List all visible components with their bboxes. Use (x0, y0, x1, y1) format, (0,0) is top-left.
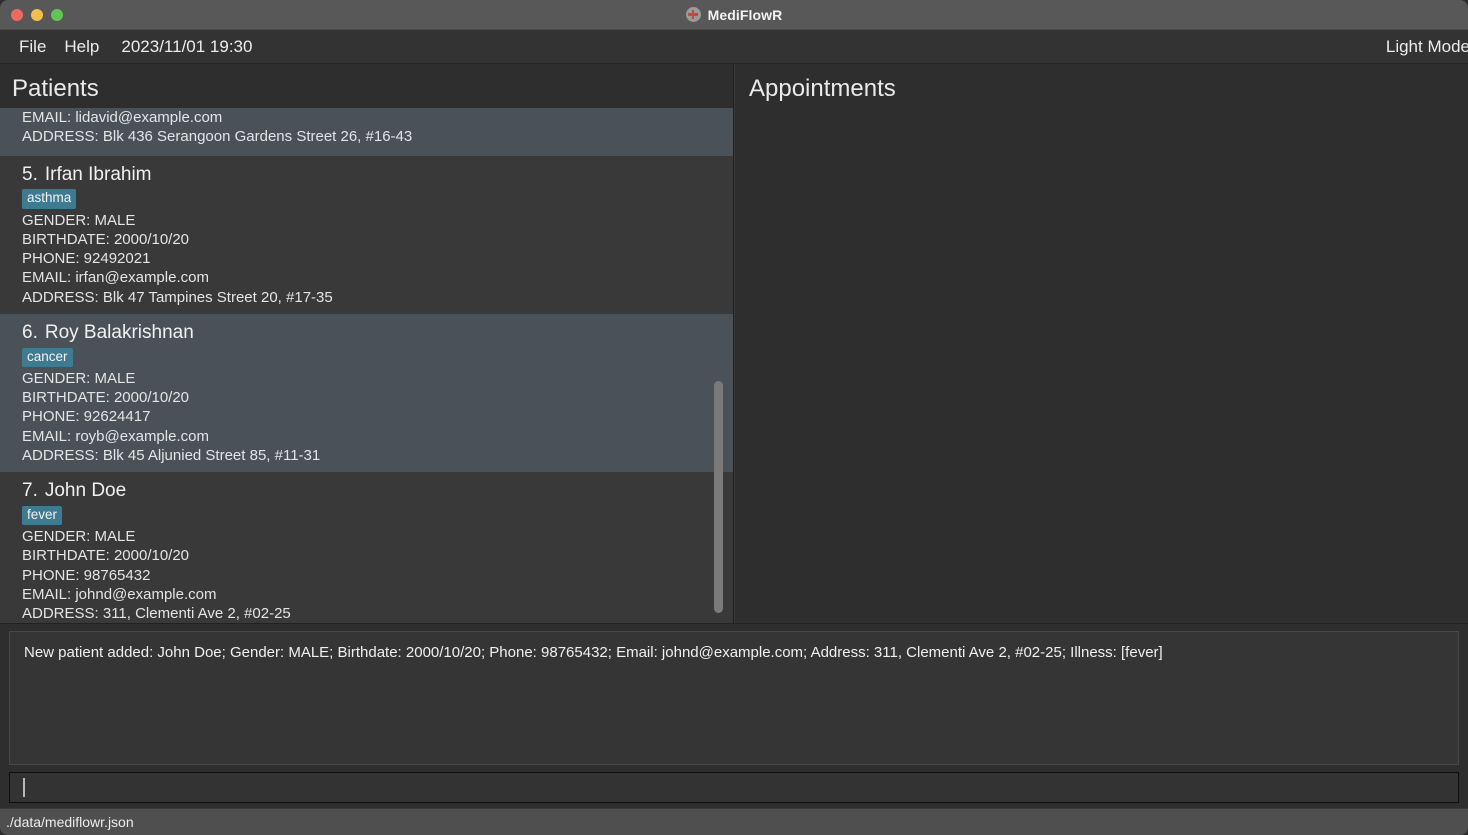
menu-file[interactable]: File (19, 30, 46, 63)
patients-scrollbar-thumb[interactable] (714, 381, 723, 613)
patient-gender: GENDER: MALE (22, 527, 136, 545)
patient-birthdate: BIRTHDATE: 2000/10/20 (22, 389, 190, 406)
patient-index: 6. (22, 321, 38, 343)
appointments-panel: Appointments (734, 64, 1468, 623)
illness-tag-row: asthma (22, 189, 733, 209)
app-window: MediFlowR File Help 2023/11/01 19:30 Lig… (0, 0, 1468, 835)
patients-list: EMAIL: lidavid@example.com ADDRESS: Blk 4… (0, 108, 733, 623)
patient-address: ADDRESS: Blk 47 Tampines Street 20, #17-… (22, 288, 333, 306)
patient-name-text: Roy Balakrishnan (44, 321, 194, 343)
menu-help[interactable]: Help (64, 30, 99, 63)
text-caret (23, 778, 25, 797)
illness-tag-row: cancer (22, 347, 733, 367)
patient-email: EMAIL: johnd@example.com (22, 585, 217, 603)
patient-email: EMAIL: lidavid@example.com (22, 109, 223, 127)
patients-list-scroll-area[interactable]: EMAIL: lidavid@example.com ADDRESS: Blk 4… (0, 108, 733, 623)
patients-scrollbar[interactable] (714, 108, 723, 623)
patients-panel: Patients EMAIL: lidavid@example.com ADDRE… (0, 64, 734, 623)
result-message: New patient added: John Doe; Gender: MAL… (24, 644, 1163, 661)
patient-gender: GENDER: MALE (22, 211, 136, 229)
patient-index: 5. (22, 163, 38, 185)
save-location-status: ./data/mediflowr.json (6, 814, 134, 830)
illness-tag: asthma (22, 189, 77, 209)
maximize-window-button[interactable] (51, 8, 63, 21)
patient-name: 7. John Doe (22, 477, 733, 505)
close-window-button[interactable] (11, 8, 23, 21)
patient-phone: PHONE: 92492021 (22, 250, 151, 268)
result-display-box: New patient added: John Doe; Gender: MAL… (9, 631, 1459, 765)
theme-toggle-button[interactable]: Light Mode (1386, 30, 1468, 63)
patient-address: ADDRESS: 311, Clementi Ave 2, #02-25 (22, 605, 291, 623)
medical-cross-icon (685, 7, 701, 22)
patient-email: EMAIL: royb@example.com (22, 427, 209, 445)
illness-tag: fever (22, 505, 63, 525)
illness-tag-row: fever (22, 505, 733, 525)
command-input-container (0, 768, 1468, 808)
patients-panel-title: Patients (12, 75, 99, 102)
patient-card[interactable]: 7. John Doe fever GENDER: MALE BIRTHDATE: 20… (0, 472, 733, 623)
result-display-container: New patient added: John Doe; Gender: MAL… (0, 623, 1468, 768)
patient-card[interactable]: 6. Roy Balakrishnan cancer GENDER: MALE BIRT… (0, 313, 733, 473)
status-bar: ./data/mediflowr.json (0, 808, 1468, 835)
main-content: Patients EMAIL: lidavid@example.com ADDRE… (0, 64, 1468, 623)
patient-birthdate: BIRTHDATE: 2000/10/20 (22, 230, 190, 248)
appointments-panel-title: Appointments (749, 75, 896, 102)
illness-tag: cancer (22, 347, 73, 367)
minimize-window-button[interactable] (31, 8, 43, 21)
patient-card[interactable]: EMAIL: lidavid@example.com ADDRESS: Blk 4… (0, 108, 733, 156)
patient-name-text: John Doe (44, 480, 127, 502)
patient-phone: PHONE: 98765432 (22, 566, 151, 584)
appointments-list-scroll-area[interactable] (735, 108, 1468, 623)
command-input-box[interactable] (9, 772, 1459, 803)
patient-name: 6. Roy Balakrishnan (22, 319, 733, 347)
window-controls (0, 8, 63, 21)
menu-bar: File Help 2023/11/01 19:30 Light Mode (0, 30, 1468, 64)
patient-index: 7. (22, 480, 38, 502)
patient-birthdate: BIRTHDATE: 2000/10/20 (22, 547, 190, 565)
patient-name: 5. Irfan Ibrahim (22, 161, 733, 189)
title-bar: MediFlowR (0, 0, 1468, 30)
window-title: MediFlowR (707, 6, 783, 23)
clock-display: 2023/11/01 19:30 (121, 37, 253, 56)
patient-gender: GENDER: MALE (22, 369, 136, 387)
patient-address: ADDRESS: Blk 45 Aljunied Street 85, #11-… (22, 446, 321, 464)
patient-name-text: Irfan Ibrahim (44, 163, 152, 185)
patient-email: EMAIL: irfan@example.com (22, 269, 209, 287)
window-title-group: MediFlowR (0, 0, 1468, 29)
patient-phone: PHONE: 92624417 (22, 408, 151, 426)
patient-address: ADDRESS: Blk 436 Serangoon Gardens Stree… (22, 128, 413, 146)
patient-card[interactable]: 5. Irfan Ibrahim asthma GENDER: MALE BIRTHDA… (0, 155, 733, 314)
